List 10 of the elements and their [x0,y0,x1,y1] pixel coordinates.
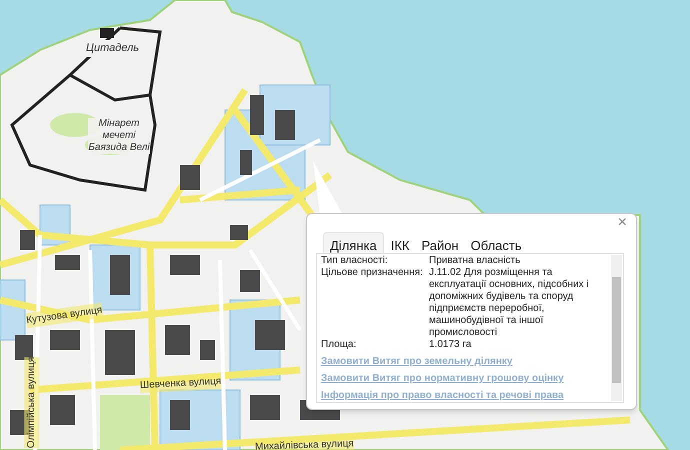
field-value: J.11.02 Для розміщення та експлуатації основних, підсобних і допоміжних будівель та споруд підприємств переробної, машинобудівної та іншої промисловості [429,267,590,339]
field-label: Площа: [321,339,358,351]
street-label: Олімпійська вулиця [24,356,40,448]
field-value: Приватна власність [429,255,522,267]
place-label: Цитадель [84,40,142,56]
street-label: Шевченка вулиця [140,374,222,394]
field-label: Тип власності: [321,255,389,267]
field-value: 1.0173 га [429,339,472,351]
place-label: Мінарет мечеті Баязида Велі [88,118,150,154]
field-label: Цільове призначення: [321,267,424,280]
